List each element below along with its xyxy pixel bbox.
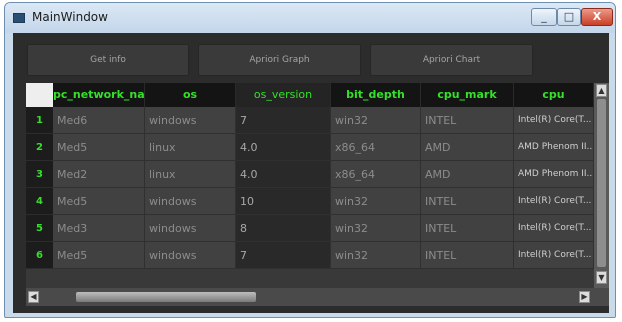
vertical-scroll-thumb[interactable] bbox=[597, 99, 606, 267]
scroll-down-arrow-icon[interactable]: ▼ bbox=[596, 271, 607, 284]
table-cell-pc-network-name[interactable]: Med5 bbox=[53, 134, 145, 161]
maximize-button[interactable]: □ bbox=[557, 8, 581, 26]
table-cell-os-version[interactable]: 4.0 bbox=[236, 161, 331, 188]
scroll-up-arrow-icon[interactable]: ▲ bbox=[596, 84, 607, 97]
row-header[interactable]: 3 bbox=[26, 161, 53, 188]
data-table[interactable]: pc_network_nameosos_versionbit_depthcpu_… bbox=[26, 83, 609, 306]
table-cell-cpu-mark[interactable]: INTEL bbox=[421, 107, 514, 134]
table-cell-bit-depth[interactable]: x86_64 bbox=[331, 161, 421, 188]
window-title: MainWindow bbox=[32, 10, 108, 24]
title-bar[interactable]: MainWindow _ □ X bbox=[5, 3, 615, 33]
apriori-chart-button[interactable]: Apriori Chart bbox=[370, 44, 533, 76]
column-header-cpu-mark[interactable]: cpu_mark bbox=[421, 83, 514, 107]
table-corner-button[interactable] bbox=[26, 83, 53, 107]
table-cell-bit-depth[interactable]: x86_64 bbox=[331, 134, 421, 161]
horizontal-scroll-thumb[interactable] bbox=[76, 292, 256, 302]
app-icon bbox=[13, 13, 25, 23]
row-header[interactable]: 5 bbox=[26, 215, 53, 242]
client-area: Get info Apriori Graph Apriori Chart pc_… bbox=[13, 33, 609, 313]
table-cell-cpu[interactable]: AMD Phenom II... bbox=[514, 134, 594, 161]
main-window: MainWindow _ □ X Get info Apriori Graph … bbox=[4, 2, 616, 318]
table-cell-os-version[interactable]: 8 bbox=[236, 215, 331, 242]
table-cell-os-version[interactable]: 7 bbox=[236, 242, 331, 269]
row-header[interactable]: 4 bbox=[26, 188, 53, 215]
scroll-corner bbox=[594, 288, 609, 306]
table-cell-cpu-mark[interactable]: AMD bbox=[421, 161, 514, 188]
table-cell-os-version[interactable]: 7 bbox=[236, 107, 331, 134]
table-cell-bit-depth[interactable]: win32 bbox=[331, 242, 421, 269]
table-cell-bit-depth[interactable]: win32 bbox=[331, 107, 421, 134]
row-header[interactable]: 2 bbox=[26, 134, 53, 161]
column-header-os[interactable]: os bbox=[145, 83, 236, 107]
column-header-cpu[interactable]: cpu bbox=[514, 83, 594, 107]
table-cell-cpu-mark[interactable]: INTEL bbox=[421, 242, 514, 269]
vertical-scrollbar[interactable]: ▲ ▼ bbox=[594, 83, 609, 306]
table-cell-pc-network-name[interactable]: Med5 bbox=[53, 188, 145, 215]
table-cell-pc-network-name[interactable]: Med2 bbox=[53, 161, 145, 188]
table-cell-pc-network-name[interactable]: Med5 bbox=[53, 242, 145, 269]
row-header[interactable]: 6 bbox=[26, 242, 53, 269]
table-cell-os[interactable]: windows bbox=[145, 188, 236, 215]
table-cell-os-version[interactable]: 10 bbox=[236, 188, 331, 215]
table-cell-cpu[interactable]: Intel(R) Core(T... bbox=[514, 242, 594, 269]
table-cell-os[interactable]: linux bbox=[145, 161, 236, 188]
table-cell-os[interactable]: windows bbox=[145, 215, 236, 242]
table-cell-cpu-mark[interactable]: INTEL bbox=[421, 188, 514, 215]
table-cell-cpu[interactable]: Intel(R) Core(T... bbox=[514, 188, 594, 215]
apriori-graph-button[interactable]: Apriori Graph bbox=[198, 44, 361, 76]
column-header-bit-depth[interactable]: bit_depth bbox=[331, 83, 421, 107]
table-cell-bit-depth[interactable]: win32 bbox=[331, 215, 421, 242]
scroll-left-arrow-icon[interactable]: ◀ bbox=[28, 291, 39, 303]
table-cell-cpu-mark[interactable]: AMD bbox=[421, 134, 514, 161]
table-cell-pc-network-name[interactable]: Med3 bbox=[53, 215, 145, 242]
scroll-right-arrow-icon[interactable]: ▶ bbox=[579, 291, 590, 303]
table-cell-bit-depth[interactable]: win32 bbox=[331, 188, 421, 215]
table-cell-os[interactable]: windows bbox=[145, 242, 236, 269]
table-cell-os-version[interactable]: 4.0 bbox=[236, 134, 331, 161]
row-header[interactable]: 1 bbox=[26, 107, 53, 134]
table-cell-os[interactable]: windows bbox=[145, 107, 236, 134]
get-info-button[interactable]: Get info bbox=[27, 44, 189, 76]
minimize-button[interactable]: _ bbox=[531, 8, 557, 26]
close-button[interactable]: X bbox=[581, 8, 613, 26]
table-cell-cpu-mark[interactable]: INTEL bbox=[421, 215, 514, 242]
table-cell-cpu[interactable]: Intel(R) Core(T... bbox=[514, 215, 594, 242]
horizontal-scrollbar[interactable]: ◀ ▶ bbox=[26, 288, 594, 306]
column-header-os-version[interactable]: os_version bbox=[236, 83, 331, 107]
column-header-pc-network-name[interactable]: pc_network_name bbox=[53, 83, 145, 107]
table-cell-cpu[interactable]: AMD Phenom II... bbox=[514, 161, 594, 188]
table-cell-os[interactable]: linux bbox=[145, 134, 236, 161]
table-cell-cpu[interactable]: Intel(R) Core(T... bbox=[514, 107, 594, 134]
table-cell-pc-network-name[interactable]: Med6 bbox=[53, 107, 145, 134]
